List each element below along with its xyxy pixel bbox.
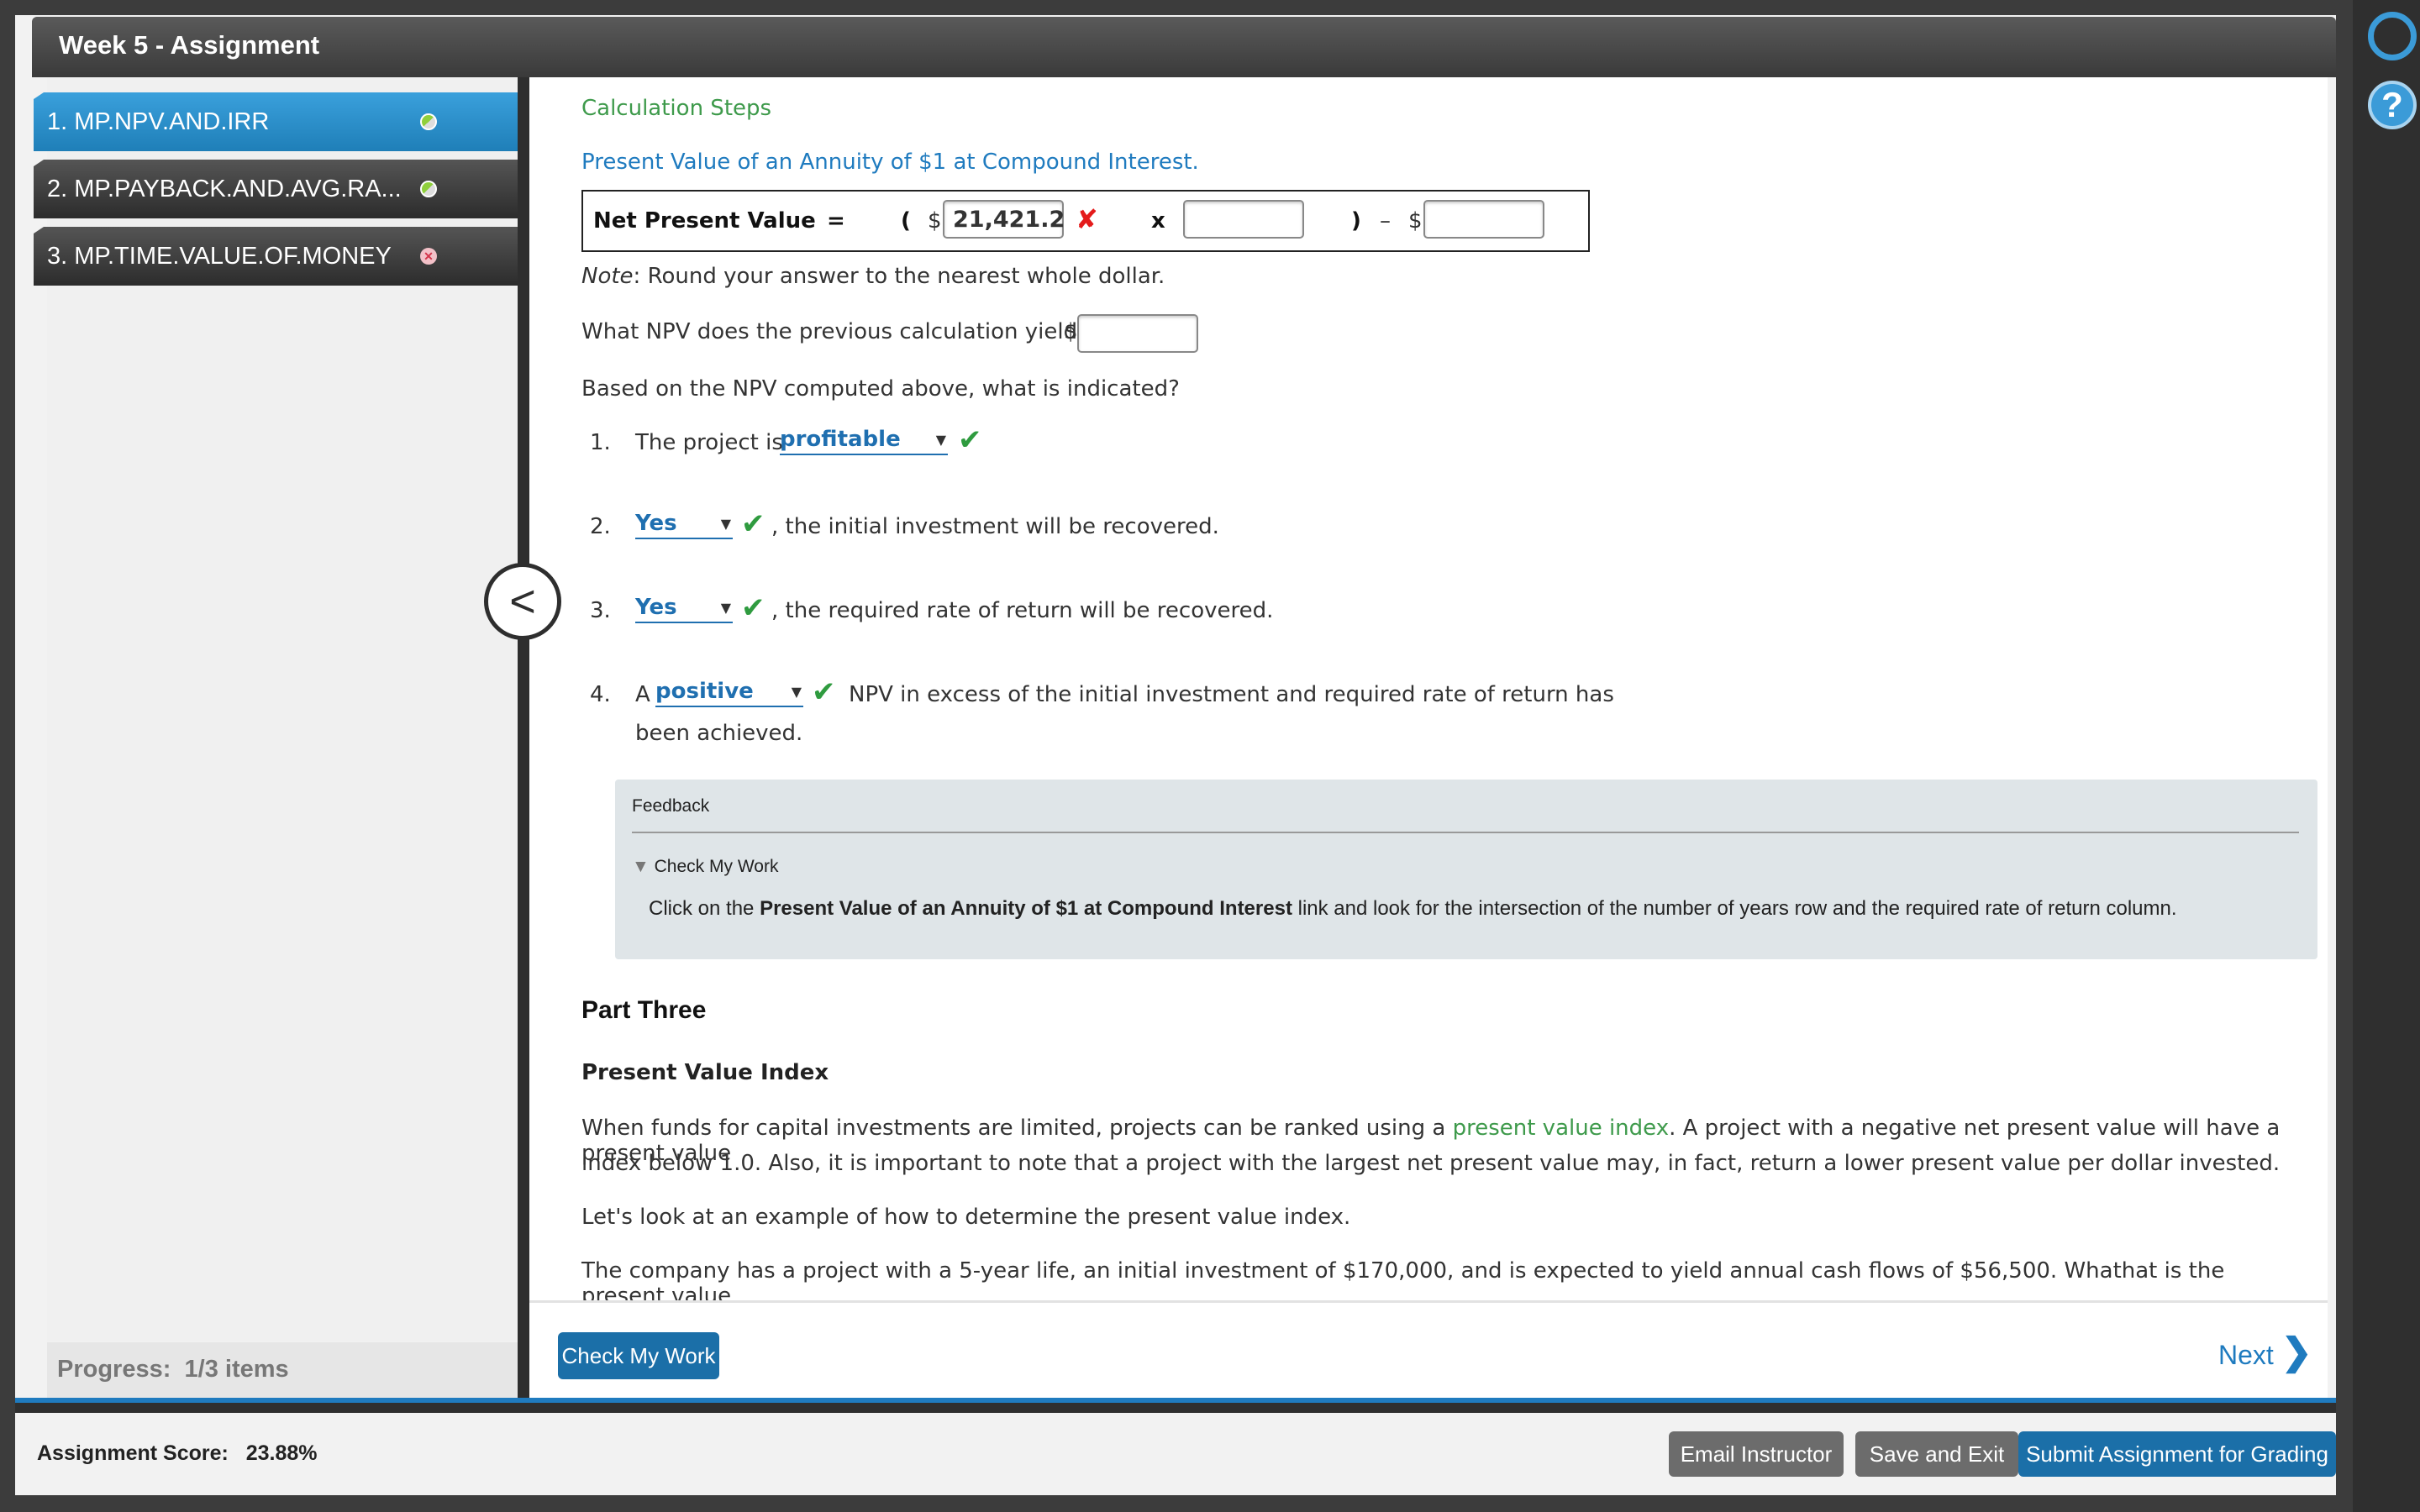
equation-label: Net Present Value [593, 208, 816, 234]
caret-down-icon: ▼ [791, 684, 802, 700]
feedback-title: Feedback [632, 796, 710, 816]
partial-status-icon [420, 181, 437, 197]
initial-investment-input[interactable] [1423, 200, 1544, 239]
pvi-paragraph-line2: index below 1.0. Also, it is important t… [581, 1151, 2281, 1176]
assignment-score: Assignment Score: 23.88% [37, 1441, 318, 1465]
item-text: , the initial investment will be recover… [771, 514, 1219, 539]
item-number: 1. [590, 430, 611, 455]
sidebar-item-npv-irr[interactable]: 1. MP.NPV.AND.IRR [34, 92, 518, 151]
help-icon[interactable]: ? [2368, 81, 2417, 129]
example-problem: The company has a project with a 5-year … [581, 1258, 2225, 1300]
check-icon: ✔ [958, 423, 982, 457]
item-text: NPV in excess of the initial investment … [849, 682, 1614, 707]
dollar-sign: $ [928, 208, 942, 234]
feedback-panel: Feedback ▼ Check My Work Click on the Pr… [615, 780, 2317, 959]
example-intro: Let's look at an example of how to deter… [581, 1205, 1351, 1230]
profitability-select[interactable]: profitable ▼ [780, 427, 948, 455]
close-paren: ) [1351, 208, 1361, 234]
question-content: Calculation Steps Present Value of an An… [529, 77, 2328, 1300]
calculation-steps-heading: Calculation Steps [581, 96, 772, 121]
save-and-exit-button[interactable]: Save and Exit [1855, 1431, 2018, 1477]
rate-recovered-select[interactable]: Yes ▼ [635, 595, 733, 623]
caret-down-icon: ▼ [720, 516, 731, 532]
open-paren: ( [901, 208, 911, 234]
help-panel [2353, 0, 2420, 1512]
item-number: 3. [590, 598, 611, 623]
sidebar-item-time-value[interactable]: 3. MP.TIME.VALUE.OF.MONEY ✕ [34, 227, 518, 286]
check-my-work-button[interactable]: Check My Work [558, 1332, 719, 1379]
title-bar: Week 5 - Assignment [32, 17, 2336, 77]
check-icon: ✔ [812, 675, 836, 709]
chevron-right-icon: ❯ [2281, 1331, 2312, 1373]
part-three-heading: Part Three [581, 996, 707, 1024]
window-title: Week 5 - Assignment [59, 30, 320, 60]
npv-question: What NPV does the previous calculation y… [581, 319, 1089, 344]
incorrect-status-icon: ✕ [420, 248, 437, 265]
footer-divider [15, 1403, 2336, 1413]
question-action-bar [529, 1300, 2328, 1398]
sidebar-item-payback[interactable]: 2. MP.PAYBACK.AND.AVG.RA... [34, 160, 518, 218]
next-button[interactable]: Next ❯ [2218, 1331, 2312, 1373]
sidebar-item-label: 3. MP.TIME.VALUE.OF.MONEY [47, 242, 392, 270]
item-text: The project is [635, 430, 783, 455]
x-icon: ✘ [1076, 203, 1098, 235]
dollar-sign: $ [1064, 319, 1078, 344]
rounding-note: Note: Round your answer to the nearest w… [581, 264, 1165, 289]
pvi-heading: Present Value Index [581, 1060, 829, 1085]
chevron-left-icon[interactable]: < [484, 563, 561, 640]
item-text: A [635, 682, 650, 707]
check-icon: ✔ [741, 591, 765, 625]
caret-down-icon: ▼ [720, 600, 731, 616]
feedback-text: Click on the Present Value of an Annuity… [649, 897, 2177, 920]
check-my-work-toggle[interactable]: ▼ Check My Work [632, 857, 778, 877]
multiply-sign: x [1151, 208, 1165, 234]
pv-annuity-link[interactable]: Present Value of an Annuity of $1 at Com… [581, 150, 1199, 175]
progress-value: 1/3 items [184, 1356, 289, 1383]
investment-recovered-select[interactable]: Yes ▼ [635, 511, 733, 539]
partial-status-icon [420, 113, 437, 130]
item-text: , the required rate of return will be re… [771, 598, 1274, 623]
sidebar-item-label: 1. MP.NPV.AND.IRR [47, 108, 270, 135]
npv-sign-select[interactable]: positive ▼ [655, 679, 803, 707]
minus-sign: – [1380, 208, 1391, 234]
pv-factor-input[interactable] [1183, 200, 1304, 239]
caret-down-icon: ▼ [935, 432, 946, 448]
item-text-continued: been achieved. [635, 721, 803, 746]
score-value: 23.88% [245, 1441, 318, 1465]
present-value-index-link[interactable]: present value index [1453, 1116, 1670, 1141]
dollar-sign: $ [1408, 208, 1423, 234]
item-number: 2. [590, 514, 611, 539]
progress-text: Progress: 1/3 items [57, 1356, 289, 1383]
npv-answer-input[interactable] [1077, 314, 1198, 353]
indicated-question: Based on the NPV computed above, what is… [581, 376, 1180, 402]
sidebar-divider [518, 77, 529, 1398]
annual-cash-flow-input[interactable]: 21,421.2 [943, 200, 1065, 239]
equals-sign: = [827, 208, 845, 234]
submit-assignment-button[interactable]: Submit Assignment for Grading [2018, 1431, 2336, 1477]
headset-icon[interactable] [2368, 12, 2417, 60]
check-icon: ✔ [741, 507, 765, 541]
triangle-down-icon: ▼ [632, 857, 650, 876]
sidebar-item-label: 2. MP.PAYBACK.AND.AVG.RA... [47, 175, 402, 202]
email-instructor-button[interactable]: Email Instructor [1669, 1431, 1844, 1477]
item-number: 4. [590, 682, 611, 707]
feedback-divider [632, 832, 2299, 833]
npv-equation-box: Net Present Value = ( $ 21,421.2 ✘ x ) –… [581, 190, 1590, 252]
